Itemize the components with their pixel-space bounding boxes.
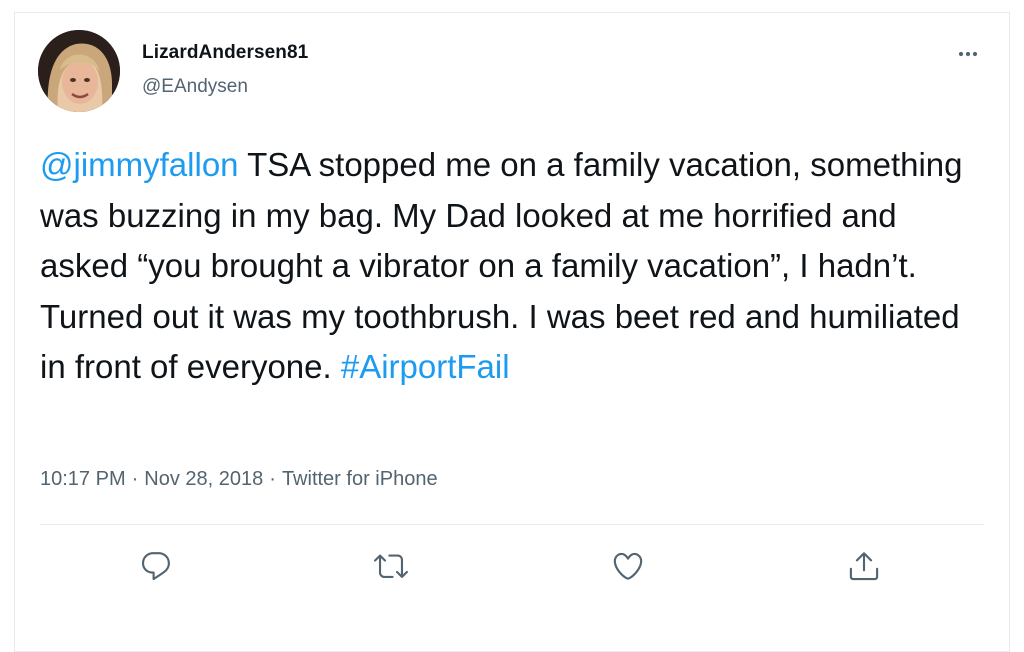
share-button[interactable] xyxy=(846,548,882,584)
mention-link[interactable]: @jimmyfallon xyxy=(40,146,239,183)
tweet-time[interactable]: 10:17 PM xyxy=(40,468,126,490)
author-handle[interactable]: @EAndysen xyxy=(142,76,248,98)
avatar-image xyxy=(38,30,120,112)
tweet-source[interactable]: Twitter for iPhone xyxy=(282,468,438,490)
more-horizontal-icon xyxy=(958,51,978,57)
avatar[interactable] xyxy=(38,30,120,112)
like-button[interactable] xyxy=(610,548,646,584)
retweet-icon xyxy=(374,554,408,578)
retweet-button[interactable] xyxy=(373,548,409,584)
tweet-text: @jimmyfallon TSA stopped me on a family … xyxy=(40,140,970,393)
author-display-name[interactable]: LizardAndersen81 xyxy=(142,42,308,64)
heart-icon xyxy=(613,552,643,580)
tweet-meta: 10:17 PM · Nov 28, 2018 · Twitter for iPhone xyxy=(40,468,438,491)
reply-button[interactable] xyxy=(138,548,174,584)
share-icon xyxy=(849,552,879,581)
meta-separator: · xyxy=(131,468,139,490)
more-options-button[interactable] xyxy=(950,36,986,72)
hashtag-link[interactable]: #AirportFail xyxy=(341,348,510,385)
tweet-date[interactable]: Nov 28, 2018 xyxy=(144,468,263,490)
divider xyxy=(40,524,984,525)
reply-icon xyxy=(141,552,170,581)
meta-separator: · xyxy=(269,468,276,490)
